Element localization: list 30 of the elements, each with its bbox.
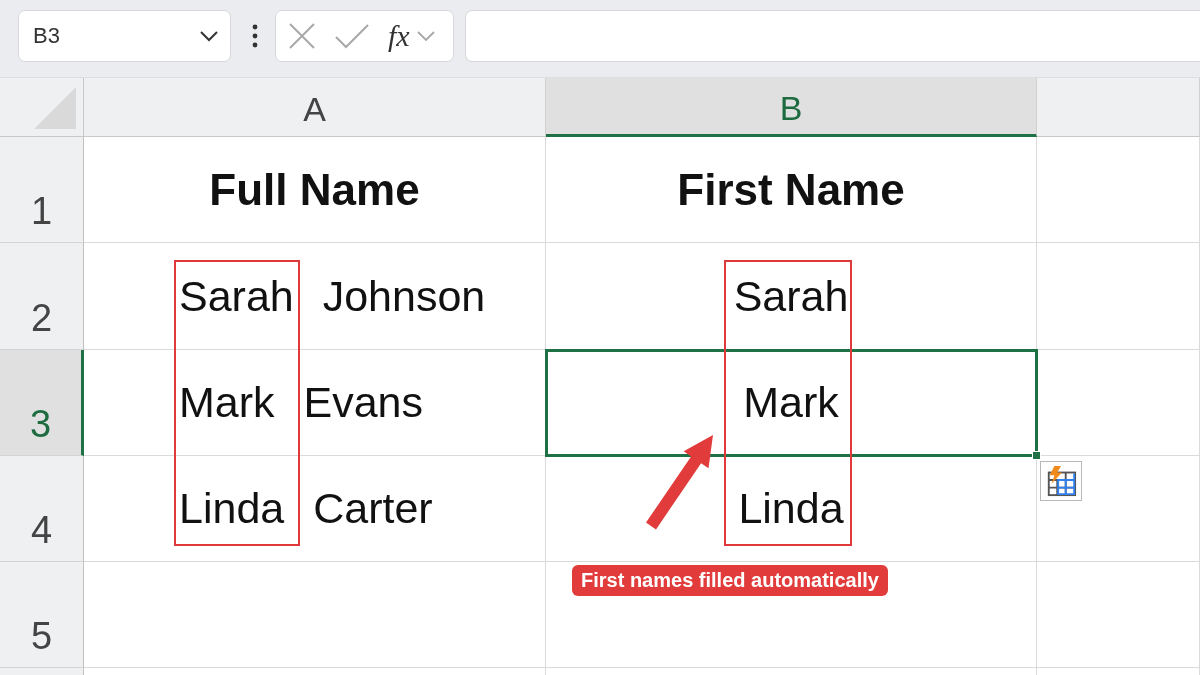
formula-field[interactable]	[465, 9, 1200, 62]
table-cell[interactable]: Sarah	[546, 243, 1037, 350]
table-cell[interactable]	[1037, 243, 1200, 350]
column-header[interactable]: A	[84, 78, 546, 137]
table-cell[interactable]: Sarah Johnson	[84, 243, 546, 350]
table-cell[interactable]	[84, 562, 546, 668]
table-cell[interactable]: Linda Carter	[84, 456, 546, 562]
table-cell[interactable]	[1037, 137, 1200, 243]
row-header[interactable]: 5	[0, 562, 84, 668]
table-cell[interactable]: First Name	[546, 137, 1037, 243]
callout-label: First names filled automatically	[572, 565, 888, 596]
row-header[interactable]: 3	[0, 350, 84, 456]
table-cell[interactable]	[1037, 562, 1200, 668]
cancel-icon[interactable]	[288, 21, 316, 50]
check-icon[interactable]	[334, 22, 370, 49]
name-box[interactable]: B3	[18, 9, 231, 62]
column-header[interactable]	[1037, 78, 1200, 137]
fill-handle[interactable]	[1032, 451, 1041, 460]
row-header[interactable]: 1	[0, 137, 84, 243]
row-header[interactable]: 2	[0, 243, 84, 350]
row-header[interactable]: 4	[0, 456, 84, 562]
column-header[interactable]: B	[546, 78, 1037, 137]
chevron-down-icon[interactable]	[199, 29, 219, 42]
fill-options-button[interactable]	[1040, 461, 1082, 501]
table-cell[interactable]: Full Name	[84, 137, 546, 243]
table-cell[interactable]: Mark Evans	[84, 350, 546, 456]
insert-function-button[interactable]: fx	[388, 20, 410, 51]
vertical-dots-icon[interactable]	[252, 23, 258, 48]
lightning-grid-icon	[1045, 465, 1077, 497]
table-cell[interactable]: Mark	[546, 350, 1037, 456]
